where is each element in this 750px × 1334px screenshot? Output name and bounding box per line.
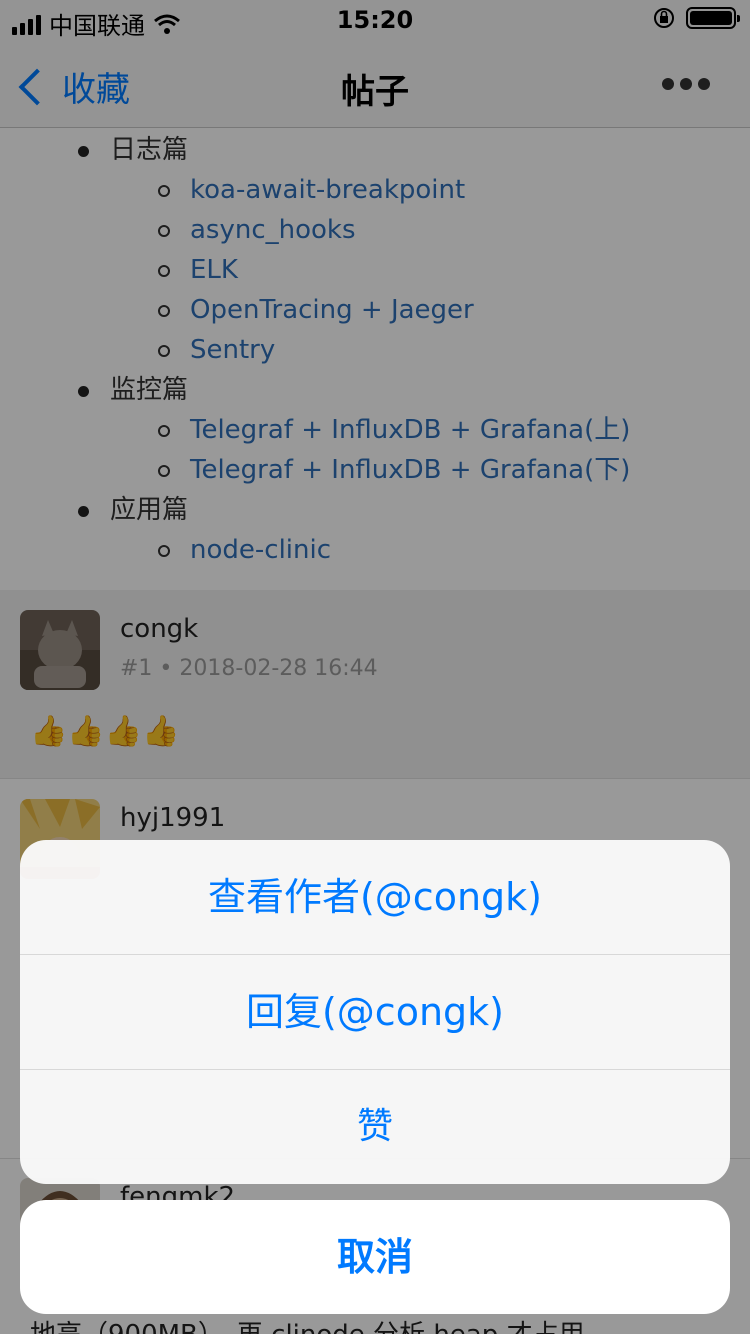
reply-button[interactable]: 回复(@congk) [20, 955, 730, 1070]
view-author-button[interactable]: 查看作者(@congk) [20, 840, 730, 955]
cancel-button[interactable]: 取消 [20, 1200, 730, 1314]
action-sheet: 查看作者(@congk) 回复(@congk) 赞 [20, 840, 730, 1184]
like-button[interactable]: 赞 [20, 1070, 730, 1184]
